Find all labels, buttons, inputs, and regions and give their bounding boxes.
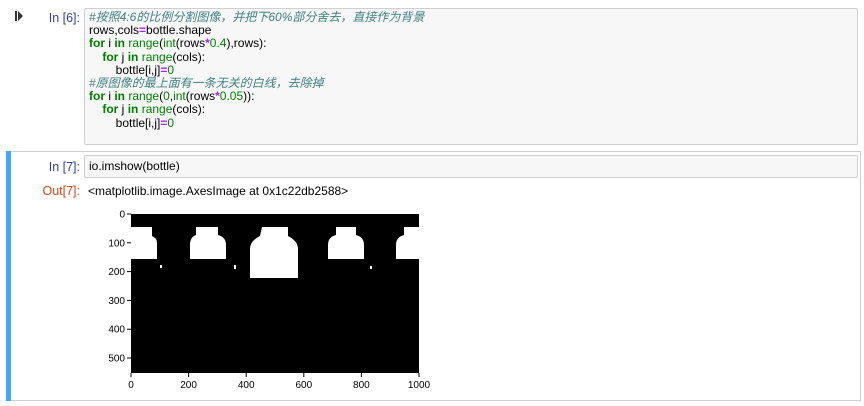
code-token: int — [163, 36, 176, 51]
code-cell-input[interactable]: #按照4:6的比例分割图像，并把下60%部分舍去，直接作为背景 rows,col… — [84, 8, 858, 145]
code-text[interactable]: io.imshow(bottle) — [89, 159, 180, 173]
code-token: 0 — [163, 89, 170, 104]
x-tick-label: 1000 — [408, 380, 430, 391]
code-token: in — [114, 89, 126, 104]
code-token: range — [128, 89, 160, 104]
code-token: range — [128, 36, 160, 51]
code-token: (rows — [175, 36, 206, 51]
x-tick-label: 200 — [180, 380, 197, 391]
cell-prompt: In [6]: — [48, 11, 80, 25]
code-token: rows,cols — [89, 23, 140, 38]
code-cell-input[interactable]: io.imshow(bottle) — [84, 155, 858, 178]
code-token: bottle[i,j] — [89, 115, 161, 130]
code-token: j — [118, 102, 128, 117]
code-token: = — [139, 23, 147, 38]
bottle-shape — [131, 235, 139, 241]
code-token: for — [102, 102, 119, 117]
code-token: )): — [243, 89, 255, 104]
code-token: #原图像的最上面有一条无关的白线，去除掉 — [89, 76, 324, 91]
x-tick-label: 0 — [128, 380, 134, 391]
code-token: j — [118, 49, 128, 64]
output-text: <matplotlib.image.AxesImage at 0x1c22db2… — [88, 184, 349, 198]
y-tick-label: 100 — [108, 238, 125, 249]
code-token: ),rows): — [226, 36, 267, 51]
code-token: in — [127, 49, 139, 64]
imshow-output: 0 100 200 300 400 500 0 200 400 600 800 1000 — [108, 210, 430, 392]
y-axis: 0 100 200 300 400 500 — [108, 210, 131, 365]
code-token: (cols): — [172, 102, 206, 117]
x-tick-label: 600 — [295, 380, 312, 391]
y-tick-label: 500 — [108, 354, 125, 365]
code-token: #按照4:6的比例分割图像，并把下60%部分舍去，直接作为背景 — [89, 10, 425, 24]
code-token: i — [105, 36, 115, 51]
code-token: for — [89, 36, 105, 51]
code-text[interactable]: #按照4:6的比例分割图像，并把下60%部分舍去，直接作为背景 rows,col… — [89, 10, 425, 130]
output-prompt: Out[7]: — [42, 184, 80, 198]
x-tick-label: 800 — [353, 380, 370, 391]
code-token: i — [105, 89, 115, 104]
code-token: 0.4 — [209, 36, 227, 51]
y-tick-label: 0 — [119, 210, 125, 221]
code-token: 0 — [167, 62, 175, 77]
x-axis: 0 200 400 600 800 1000 — [128, 373, 430, 391]
code-token: for — [89, 89, 105, 104]
x-tick-label: 400 — [238, 380, 255, 391]
code-token: (cols): — [172, 49, 206, 64]
code-token: range — [141, 49, 173, 64]
code-token: 0 — [167, 115, 175, 130]
code-token: range — [141, 102, 173, 117]
code-token: int — [173, 89, 186, 104]
code-token: (rows — [185, 89, 216, 104]
y-tick-label: 300 — [108, 296, 125, 307]
y-tick-label: 200 — [108, 267, 125, 278]
code-token: 0.05 — [219, 89, 244, 104]
cell-prompt: In [7]: — [48, 160, 80, 174]
code-token: bottle[i,j] — [89, 62, 161, 77]
y-tick-label: 400 — [108, 325, 125, 336]
code-token: in — [114, 36, 126, 51]
code-token: bottle.shape — [146, 23, 212, 38]
code-token: in — [127, 102, 139, 117]
code-token: io.imshow(bottle) — [89, 159, 180, 173]
code-token: for — [102, 49, 119, 64]
